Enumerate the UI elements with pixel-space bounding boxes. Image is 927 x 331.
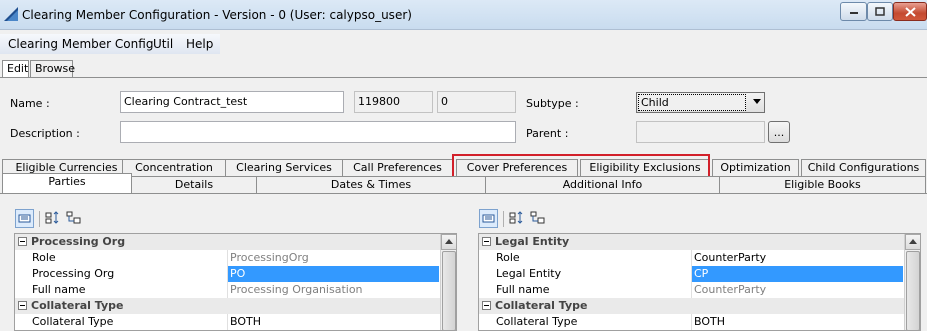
property-value: CounterParty xyxy=(691,282,903,298)
tab-clearing-services[interactable]: Clearing Services xyxy=(225,159,343,176)
table-row[interactable]: Legal Entity CP xyxy=(479,266,920,282)
subtype-label: Subtype : xyxy=(526,97,579,110)
group-collateral-type[interactable]: Collateral Type xyxy=(479,298,920,314)
table-row[interactable]: Role ProcessingOrg xyxy=(15,250,456,266)
description-label: Description : xyxy=(10,127,80,140)
group-legal-entity[interactable]: Legal Entity xyxy=(479,234,920,250)
subtype-dropdown[interactable]: Child xyxy=(636,92,765,113)
vertical-scrollbar[interactable] xyxy=(904,234,920,330)
parent-label: Parent : xyxy=(526,127,569,140)
property-value: BOTH xyxy=(227,314,439,330)
name-label: Name : xyxy=(10,97,50,110)
tab-eligible-books[interactable]: Eligible Books xyxy=(719,176,926,193)
tab-edit[interactable]: Edit xyxy=(2,60,29,78)
tab-child-configurations[interactable]: Child Configurations xyxy=(801,159,926,176)
table-row[interactable]: Collateral Type BOTH xyxy=(15,314,456,330)
close-icon xyxy=(904,6,916,17)
collapse-icon[interactable] xyxy=(18,237,27,246)
group-title: Collateral Type xyxy=(31,299,124,312)
property-value: BOTH xyxy=(691,314,903,330)
tab-dates-times[interactable]: Dates & Times xyxy=(256,176,486,193)
processing-org-property-table: Processing Org Role ProcessingOrg Proces… xyxy=(14,233,457,331)
categorized-view-button-right[interactable] xyxy=(479,209,498,228)
scroll-thumb[interactable] xyxy=(442,251,456,330)
property-key: Collateral Type xyxy=(496,315,578,328)
sort-ascending-button-right[interactable] xyxy=(508,209,527,228)
description-field[interactable] xyxy=(120,121,516,143)
scroll-up-icon[interactable] xyxy=(441,234,456,250)
tree-icon xyxy=(66,211,81,224)
tab-concentration[interactable]: Concentration xyxy=(122,159,226,176)
name-field[interactable]: Clearing Contract_test xyxy=(120,91,344,113)
tab-call-preferences[interactable]: Call Preferences xyxy=(342,159,453,176)
scroll-thumb[interactable] xyxy=(906,251,920,330)
version-field: 0 xyxy=(437,91,516,113)
minimize-icon xyxy=(849,11,858,14)
maximize-button[interactable] xyxy=(867,2,893,21)
menu-clearing-member-config[interactable]: Clearing Member Config xyxy=(8,37,153,51)
id-field: 119800 xyxy=(354,91,433,113)
group-collateral-type[interactable]: Collateral Type xyxy=(15,298,456,314)
tab-optimization[interactable]: Optimization xyxy=(712,159,799,176)
tab-details[interactable]: Details xyxy=(131,176,257,193)
maximize-icon xyxy=(875,7,885,16)
sort-icon xyxy=(509,211,523,224)
property-value: ProcessingOrg xyxy=(227,250,439,266)
menu-help[interactable]: Help xyxy=(186,37,213,51)
property-key: Processing Org xyxy=(32,267,115,280)
group-title: Legal Entity xyxy=(495,235,570,248)
group-processing-org[interactable]: Processing Org xyxy=(15,234,456,250)
categorized-view-button[interactable] xyxy=(15,209,34,228)
group-title: Collateral Type xyxy=(495,299,588,312)
property-key: Role xyxy=(32,251,56,264)
table-row[interactable]: Role CounterParty xyxy=(479,250,920,266)
expand-tree-button-right[interactable] xyxy=(529,209,548,228)
window-title: Clearing Member Configuration - Version … xyxy=(22,8,412,22)
sort-ascending-button[interactable] xyxy=(44,209,63,228)
tree-icon xyxy=(530,211,545,224)
menu-util[interactable]: Util xyxy=(153,37,173,51)
subtype-value: Child xyxy=(638,94,746,111)
legal-entity-property-table: Legal Entity Role CounterParty Legal Ent… xyxy=(478,233,921,331)
list-view-icon xyxy=(18,214,31,223)
close-button[interactable] xyxy=(893,2,927,21)
vertical-scrollbar[interactable] xyxy=(440,234,456,330)
table-row[interactable]: Processing Org PO xyxy=(15,266,456,282)
chevron-down-icon xyxy=(753,99,761,104)
table-row[interactable]: Full name Processing Organisation xyxy=(15,282,456,298)
minimize-button[interactable] xyxy=(840,2,867,21)
tab-browse[interactable]: Browse xyxy=(30,60,75,77)
tab-parties[interactable]: Parties xyxy=(2,173,132,193)
expand-tree-button[interactable] xyxy=(65,209,84,228)
property-value: CounterParty xyxy=(691,250,903,266)
parent-field xyxy=(636,121,765,143)
property-key: Role xyxy=(496,251,520,264)
property-key: Full name xyxy=(496,283,550,296)
collapse-icon[interactable] xyxy=(482,237,491,246)
property-value-selected[interactable]: CP xyxy=(691,266,903,282)
sort-icon xyxy=(45,211,59,224)
table-row[interactable]: Collateral Type BOTH xyxy=(479,314,920,330)
form-panel xyxy=(0,77,927,155)
table-row[interactable]: Full name CounterParty xyxy=(479,282,920,298)
collapse-icon[interactable] xyxy=(18,301,27,310)
property-value-selected[interactable]: PO xyxy=(227,266,439,282)
group-title: Processing Org xyxy=(31,235,126,248)
parent-browse-button[interactable]: ... xyxy=(768,121,790,143)
collapse-icon[interactable] xyxy=(482,301,491,310)
menu-bar: Clearing Member Config Util Help xyxy=(0,34,927,54)
property-key: Collateral Type xyxy=(32,315,114,328)
property-value: Processing Organisation xyxy=(227,282,439,298)
tab-additional-info[interactable]: Additional Info xyxy=(485,176,720,193)
scroll-up-icon[interactable] xyxy=(905,234,920,250)
title-bar: Clearing Member Configuration - Version … xyxy=(0,0,927,30)
property-key: Full name xyxy=(32,283,86,296)
app-icon xyxy=(4,7,18,21)
property-key: Legal Entity xyxy=(496,267,562,280)
list-view-icon xyxy=(482,214,495,223)
